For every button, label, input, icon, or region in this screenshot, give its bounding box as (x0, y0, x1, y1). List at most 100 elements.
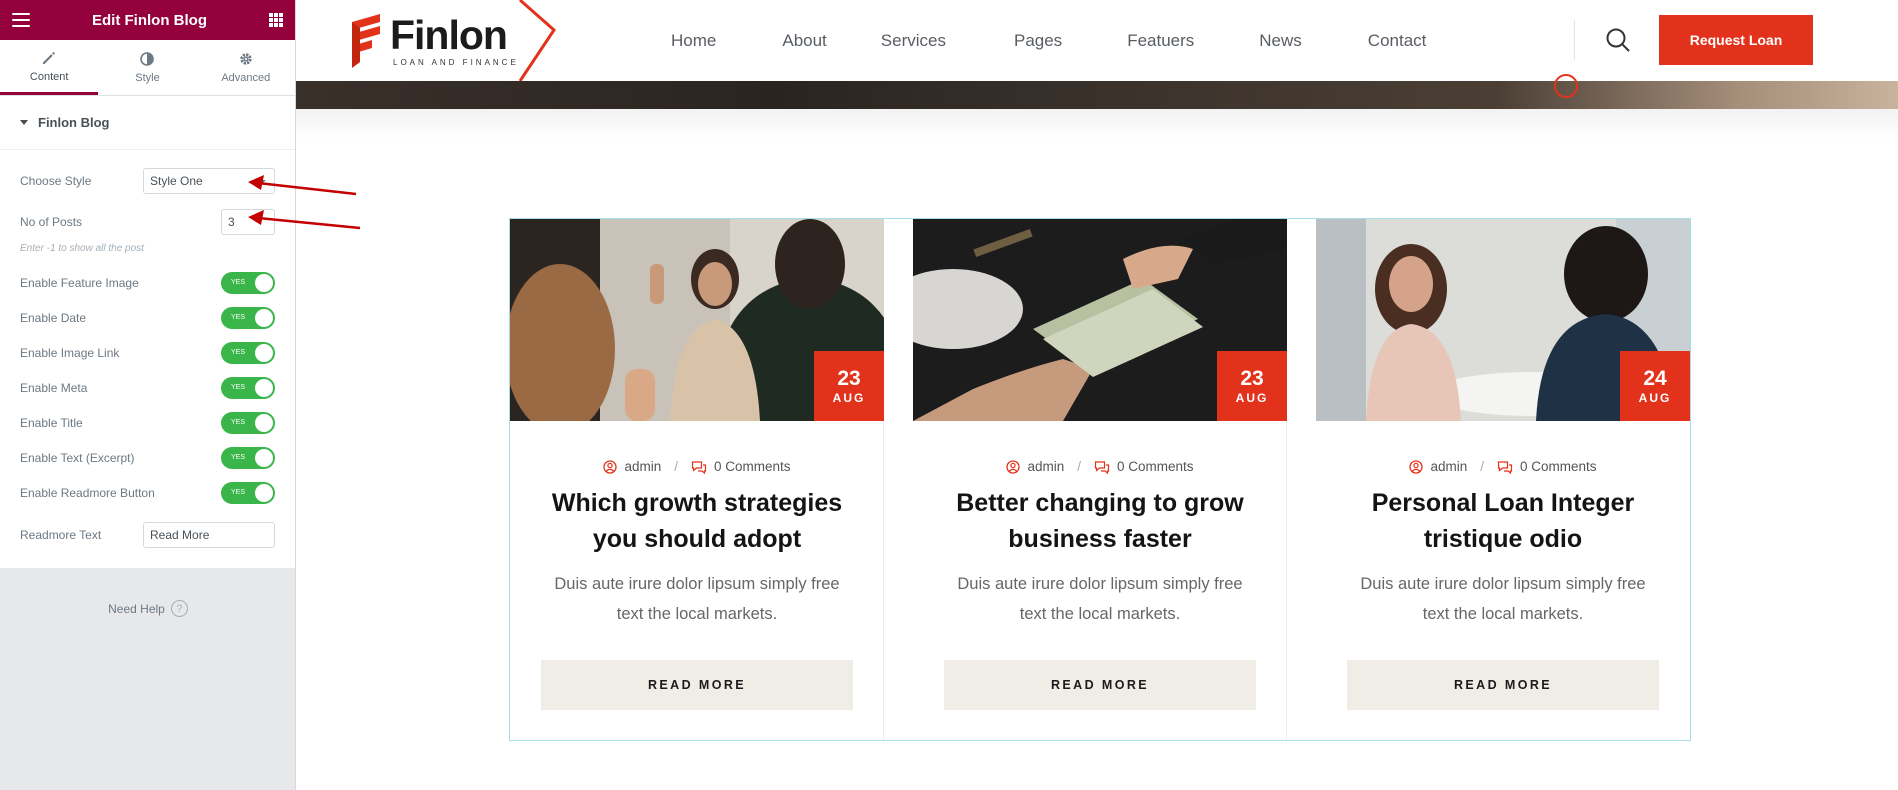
post-image[interactable]: 24 AUG (1316, 219, 1690, 421)
nav-item-contact[interactable]: Contact (1368, 31, 1427, 51)
site-header: Finlon LOAN AND FINANCE Home About Service… (296, 0, 1898, 81)
toggle-label: Enable Title (20, 415, 83, 430)
caret-down-icon (20, 120, 28, 125)
meta-separator: / (674, 459, 678, 474)
control-toggle: Enable Feature Image YES (0, 265, 295, 300)
post-date-badge: 24 AUG (1620, 351, 1690, 421)
nav-item-featuers[interactable]: Featuers (1127, 31, 1194, 51)
post-day: 23 (1240, 367, 1264, 390)
choose-style-label: Choose Style (20, 174, 92, 188)
nav-item-services[interactable]: Services (881, 31, 946, 51)
choose-style-value: Style One (150, 174, 203, 188)
read-more-button[interactable]: READ MORE (944, 660, 1256, 710)
post-title[interactable]: Personal Loan Integer tristique odio (1336, 485, 1670, 557)
request-loan-button[interactable]: Request Loan (1659, 15, 1813, 65)
readmore-value: Read More (150, 528, 210, 542)
posts-note: Enter -1 to show all the post (20, 243, 144, 254)
post-title[interactable]: Better changing to grow business faster (933, 485, 1267, 557)
tab-content[interactable]: Content (0, 40, 99, 95)
main-nav: Home About Services Pages Featuers News Contac… (671, 0, 1426, 81)
control-no-of-posts: No of Posts 3 (0, 203, 295, 241)
finlon-logo-icon (352, 14, 380, 68)
toggle-switch[interactable]: YES (221, 341, 275, 364)
post-date-badge: 23 AUG (1217, 351, 1287, 421)
hero-play-circle[interactable] (1554, 74, 1578, 98)
posts-number-input[interactable]: 3 (221, 209, 275, 235)
toggle-switch[interactable]: YES (221, 306, 275, 329)
panel-body: Finlon Blog Choose Style Style One No of… (0, 96, 295, 568)
nav-item-news[interactable]: News (1259, 31, 1302, 51)
post-day: 24 (1643, 367, 1667, 390)
read-more-button[interactable]: READ MORE (1347, 660, 1659, 710)
toggle-switch[interactable]: YES (221, 271, 275, 294)
post-image[interactable]: 23 AUG (510, 219, 884, 421)
tab-content-label: Content (29, 70, 69, 83)
post-month: AUG (1235, 391, 1269, 405)
logo-tagline: LOAN AND FINANCE (393, 58, 519, 67)
posts-value: 3 (228, 215, 235, 229)
toggle-switch[interactable]: YES (221, 411, 275, 434)
toggle-switch[interactable]: YES (221, 481, 275, 504)
post-comments[interactable]: 0 Comments (1520, 459, 1597, 474)
post-meta: admin / 0 Comments (1316, 459, 1690, 474)
comments-icon (691, 460, 707, 474)
site-preview: Finlon LOAN AND FINANCE Home About Service… (296, 0, 1898, 790)
tab-style[interactable]: Style (98, 40, 196, 95)
blog-grid: 23 AUG admin / 0 Comments Which growth s… (509, 218, 1691, 741)
toggle-state: YES (231, 279, 246, 286)
readmore-text-input[interactable]: Read More (143, 522, 275, 548)
header-chevron-decoration (518, 0, 556, 81)
section-title: Finlon Blog (38, 115, 110, 130)
post-meta: admin / 0 Comments (913, 459, 1287, 474)
editor-panel: Edit Finlon Blog Content Style Advanced … (0, 0, 296, 790)
need-help-link[interactable]: Need Help ? (0, 600, 296, 617)
toggle-state: YES (231, 419, 246, 426)
control-choose-style: Choose Style Style One (0, 162, 295, 200)
half-circle-icon (140, 52, 155, 66)
search-icon[interactable] (1605, 27, 1631, 53)
meta-separator: / (1077, 459, 1081, 474)
hero-image-strip (296, 81, 1898, 109)
comments-icon (1094, 460, 1110, 474)
toggle-label: Enable Feature Image (20, 275, 139, 290)
help-label: Need Help (108, 601, 165, 616)
post-date-badge: 23 AUG (814, 351, 884, 421)
logo-wordmark: Finlon (390, 12, 508, 58)
hamburger-menu-icon[interactable] (12, 13, 30, 27)
control-toggle: Enable Meta YES (0, 370, 295, 405)
readmore-label: Readmore Text (20, 528, 102, 542)
toggle-label: Enable Meta (20, 380, 88, 395)
toggle-state: YES (231, 314, 246, 321)
toggle-switch[interactable]: YES (221, 376, 275, 399)
post-title[interactable]: Which growth strategies you should adopt (530, 485, 864, 557)
comments-icon (1497, 460, 1513, 474)
post-author[interactable]: admin (1027, 459, 1064, 474)
widgets-grid-icon[interactable] (269, 13, 283, 27)
nav-item-about[interactable]: About (782, 31, 826, 51)
nav-item-pages[interactable]: Pages (1014, 31, 1062, 51)
user-icon (603, 459, 618, 474)
choose-style-select[interactable]: Style One (143, 168, 275, 194)
post-excerpt: Duis aute irure dolor lipsum simply free… (1360, 575, 1646, 623)
control-toggle: Enable Title YES (0, 405, 295, 440)
control-readmore-text: Readmore Text Read More (0, 516, 295, 554)
post-author[interactable]: admin (1430, 459, 1467, 474)
user-icon (1006, 459, 1021, 474)
post-comments[interactable]: 0 Comments (714, 459, 791, 474)
post-author[interactable]: admin (624, 459, 661, 474)
toggle-state: YES (231, 349, 246, 356)
tab-style-label: Style (135, 72, 160, 84)
post-image[interactable]: 23 AUG (913, 219, 1287, 421)
user-icon (1409, 459, 1424, 474)
tab-advanced-label: Advanced (221, 72, 271, 84)
meta-separator: / (1480, 459, 1484, 474)
section-toggle-finlon-blog[interactable]: Finlon Blog (0, 96, 295, 150)
tab-advanced[interactable]: Advanced (197, 40, 295, 95)
read-more-button[interactable]: READ MORE (541, 660, 853, 710)
toggle-state: YES (231, 454, 246, 461)
toggle-switch[interactable]: YES (221, 446, 275, 469)
nav-item-home[interactable]: Home (671, 31, 716, 51)
post-month: AUG (832, 391, 866, 405)
posts-label: No of Posts (20, 215, 83, 229)
post-comments[interactable]: 0 Comments (1117, 459, 1194, 474)
